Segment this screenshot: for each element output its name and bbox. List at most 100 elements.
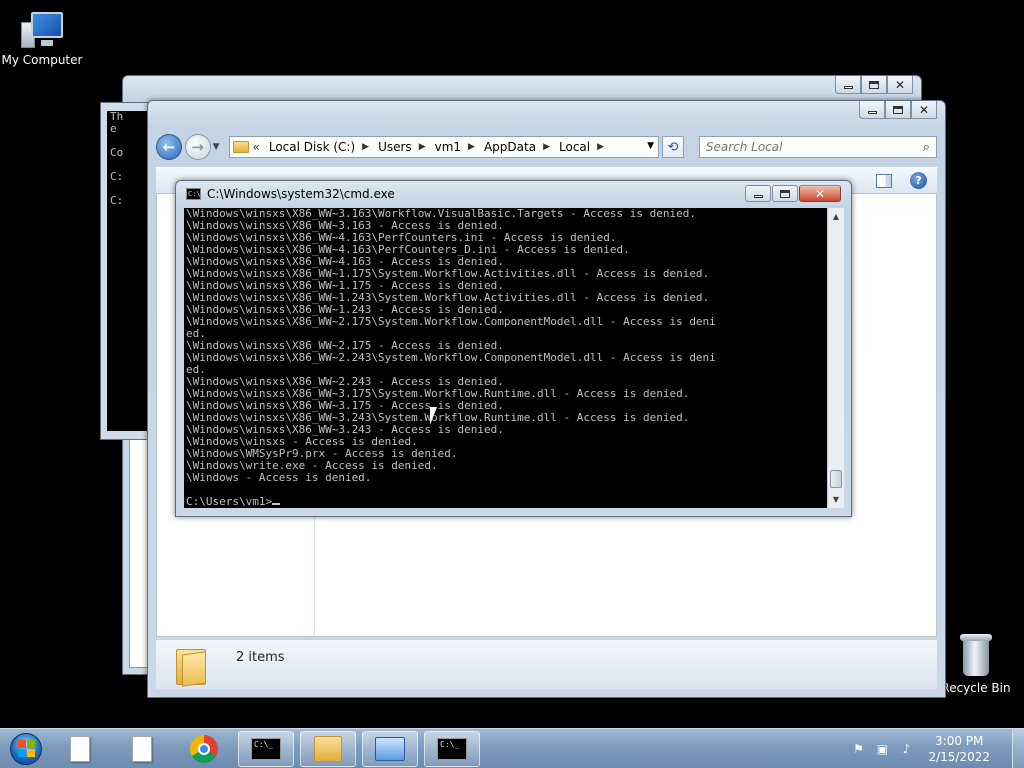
item-count: 2 items: [236, 650, 285, 665]
scroll-up-icon[interactable]: ▲: [828, 208, 844, 225]
text-cursor: [272, 503, 281, 505]
maximize-button[interactable]: [772, 185, 798, 202]
maximize-button[interactable]: [885, 101, 911, 119]
chevron-right-icon[interactable]: ▶: [419, 142, 426, 152]
volume-icon[interactable]: ♪: [898, 741, 914, 757]
close-button[interactable]: ✕: [887, 76, 913, 94]
taskbar-item-explorer[interactable]: [300, 730, 356, 767]
console-line: \Windows\write.exe - Access is denied.: [186, 460, 438, 472]
breadcrumb: Local Disk (C:) ▶ Users ▶ vm1 ▶ AppData ▶ Lo…: [269, 140, 613, 154]
console-line: \Windows\WMSysPr9.prx - Access is denied…: [186, 448, 458, 460]
console-line: \Windows\winsxs\X86_WW~1.175\System.Work…: [186, 268, 710, 280]
chevron-right-icon[interactable]: ▶: [468, 142, 475, 152]
close-button[interactable]: ✕: [911, 101, 937, 119]
cmd-window-background[interactable]: Th e Co C: C:: [100, 102, 150, 440]
console-line: \Windows\winsxs\X86_WW~3.163 - Access is…: [186, 220, 504, 232]
back-arrow-icon: ←: [162, 138, 176, 156]
minimize-icon: [843, 85, 853, 89]
search-input[interactable]: [705, 140, 906, 154]
close-icon: ✕: [918, 102, 930, 117]
show-desktop-button[interactable]: [1012, 729, 1024, 768]
maximize-button[interactable]: [861, 76, 887, 94]
console-line: \Windows\winsxs\X86_WW~2.243\System.Work…: [186, 352, 716, 364]
taskbar-item-cmd-2[interactable]: C:\_: [424, 730, 480, 767]
forward-arrow-icon: →: [191, 138, 204, 156]
start-button[interactable]: [6, 729, 46, 768]
cmd-icon: C:\: [186, 188, 201, 200]
console-line: \Windows\winsxs\X86_WW~1.243 - Access is…: [186, 304, 504, 316]
scroll-down-icon[interactable]: ▼: [828, 491, 844, 508]
address-bar[interactable]: « Local Disk (C:) ▶ Users ▶ vm1 ▶ AppData ▶ …: [228, 136, 659, 158]
windows-orb-icon: [10, 732, 42, 765]
forward-button[interactable]: →: [184, 134, 211, 160]
window-controls: ✕: [859, 101, 937, 119]
minimize-button[interactable]: [859, 101, 885, 119]
console-line: ed.: [186, 364, 206, 376]
details-pane: 2 items: [156, 639, 937, 689]
console-prompt: C:\Users\vm1>: [186, 496, 827, 508]
network-status-icon[interactable]: ▣: [874, 741, 890, 757]
console-line: C:: [110, 194, 124, 207]
title-bar[interactable]: C:\ C:\Windows\system32\cmd.exe: [186, 187, 395, 201]
console-line: \Windows\winsxs\X86_WW~4.163\PerfCounter…: [186, 232, 617, 244]
chrome-icon: [190, 734, 218, 763]
vertical-scrollbar[interactable]: ▲ ▼: [827, 208, 844, 508]
console-line: \Windows\winsxs\X86_WW~3.175 - Access is…: [186, 400, 504, 412]
console-line: \Windows\winsxs\X86_WW~1.175 - Access is…: [186, 280, 504, 292]
desktop-icon-my-computer[interactable]: My Computer: [0, 10, 84, 67]
mouse-pointer-icon: [430, 407, 437, 425]
taskbar-item-cmd-1[interactable]: C:\_: [238, 730, 294, 767]
help-icon[interactable]: ?: [910, 172, 927, 189]
minimize-button[interactable]: [745, 185, 771, 202]
recent-pages-dropdown[interactable]: ▼: [213, 142, 223, 152]
minimize-icon: [867, 110, 877, 114]
taskbar: C:\_ C:\_ ⚑ ▣ ♪ 3:00 PM 2/15/2022: [0, 728, 1024, 768]
taskbar-item-network[interactable]: [362, 730, 418, 767]
console-line: \Windows\winsxs\X86_WW~3.163\Workflow.Vi…: [186, 208, 696, 220]
clock-date: 2/15/2022: [928, 750, 990, 764]
chevron-right-icon[interactable]: ▶: [362, 142, 369, 152]
console-line: \Windows\winsxs\X86_WW~4.163\PerfCounter…: [186, 244, 630, 256]
desktop-icon-label: My Computer: [1, 53, 83, 67]
chevron-right-icon[interactable]: ▶: [597, 142, 604, 152]
address-history-dropdown[interactable]: ▼: [647, 141, 654, 151]
refresh-button[interactable]: ⟲: [662, 136, 684, 158]
close-button[interactable]: ✕: [799, 185, 841, 202]
console-line: C:: [110, 170, 124, 183]
search-box[interactable]: ⌕: [698, 136, 937, 158]
action-center-flag-icon[interactable]: ⚑: [850, 741, 866, 757]
breadcrumb-item-local-disk[interactable]: Local Disk (C:): [269, 140, 355, 154]
document-icon: [132, 735, 152, 762]
taskbar-item-document-1[interactable]: [52, 731, 108, 767]
breadcrumb-item-vm1[interactable]: vm1: [435, 140, 461, 154]
preview-pane-icon[interactable]: [876, 173, 892, 188]
folder-icon: [314, 735, 342, 762]
taskbar-item-document-2[interactable]: [114, 731, 170, 767]
folder-icon: [176, 645, 206, 687]
minimize-button[interactable]: [835, 76, 861, 94]
clock[interactable]: 3:00 PM 2/15/2022: [928, 733, 990, 765]
cmd-window[interactable]: C:\ C:\Windows\system32\cmd.exe ✕ \Windo…: [175, 180, 852, 517]
back-button[interactable]: ←: [156, 134, 182, 160]
scroll-thumb[interactable]: [830, 470, 842, 488]
cmd-icon: C:\_: [437, 737, 467, 760]
breadcrumb-item-local[interactable]: Local: [559, 140, 590, 154]
navigation-bar: ← → ▼ « Local Disk (C:) ▶ Users ▶ vm1 ▶ App…: [156, 131, 937, 163]
prompt-text: C:\Users\vm1>: [186, 496, 273, 508]
breadcrumb-item-users[interactable]: Users: [378, 140, 412, 154]
search-icon[interactable]: ⌕: [923, 140, 930, 155]
recycle-bin-icon: [959, 632, 993, 678]
taskbar-item-chrome[interactable]: [176, 731, 232, 767]
chevron-right-icon[interactable]: ▶: [543, 142, 550, 152]
maximize-icon: [893, 105, 903, 114]
breadcrumb-item-appdata[interactable]: AppData: [484, 140, 536, 154]
console-output[interactable]: \Windows\winsxs\X86_WW~3.163\Workflow.Vi…: [184, 208, 827, 508]
network-icon: [375, 736, 405, 761]
console-line: \Windows\winsxs\X86_WW~4.163 - Access is…: [186, 256, 504, 268]
address-overflow[interactable]: «: [253, 140, 260, 154]
minimize-icon: [753, 194, 763, 198]
clock-time: 3:00 PM: [935, 734, 984, 748]
desktop-icon-recycle-bin[interactable]: Recycle Bin: [934, 632, 1018, 695]
console-line: ed.: [186, 328, 206, 340]
